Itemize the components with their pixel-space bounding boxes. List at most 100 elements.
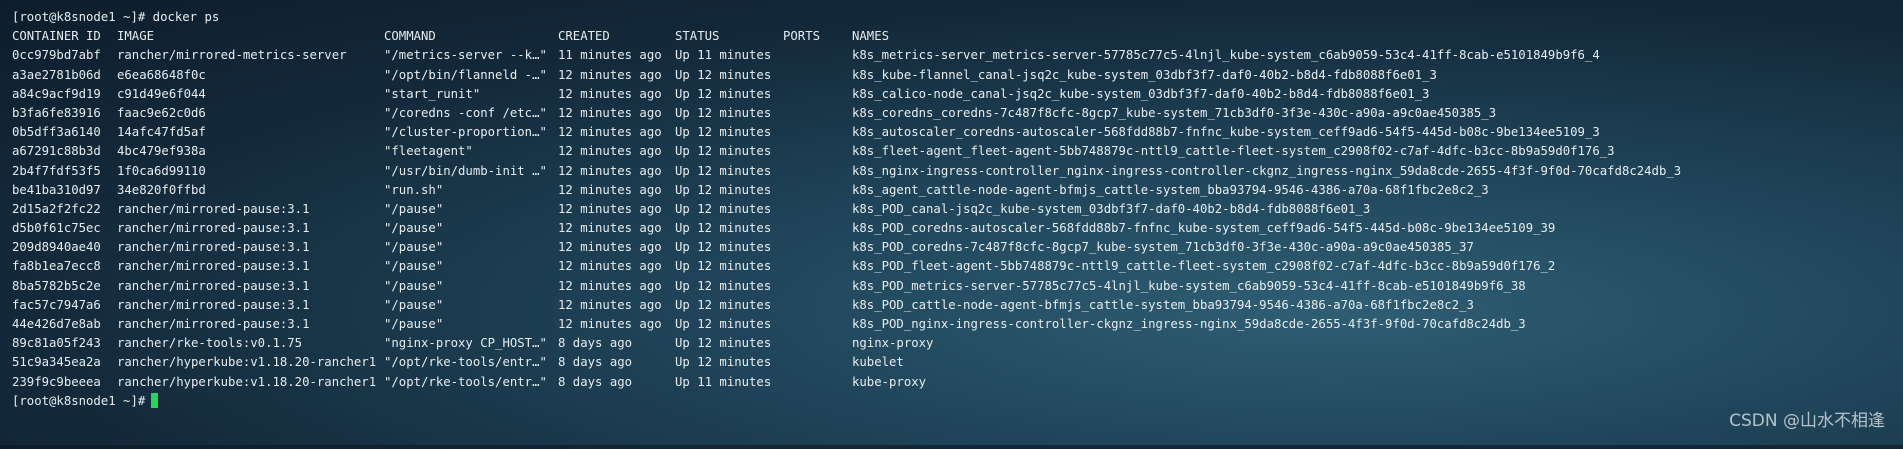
cell-command: "/cluster-proportion…"	[384, 123, 564, 142]
cell-created: 12 minutes ago	[558, 123, 678, 142]
cell-container-id: 0cc979bd7abf	[12, 46, 122, 65]
cell-image: rancher/mirrored-pause:3.1	[117, 257, 387, 276]
cell-command: "/pause"	[384, 238, 564, 257]
cell-status: Up 12 minutes	[675, 200, 785, 219]
cell-created: 12 minutes ago	[558, 85, 678, 104]
cell-container-id: 2b4f7fdf53f5	[12, 162, 122, 181]
table-row: fac57c7947a6rancher/mirrored-pause:3.1"/…	[12, 296, 1892, 315]
cell-image: c91d49e6f044	[117, 85, 387, 104]
table-row: a84c9acf9d19c91d49e6f044"start_runit"12 …	[12, 85, 1892, 104]
cell-command: "nginx-proxy CP_HOST…"	[384, 334, 564, 353]
cell-names: k8s_POD_coredns-7c487f8cfc-8gcp7_kube-sy…	[852, 238, 1892, 257]
prompt-command-text: [root@k8snode1 ~]# docker ps	[12, 8, 219, 27]
cell-names: k8s_autoscaler_coredns-autoscaler-568fdd…	[852, 123, 1892, 142]
table-row: a67291c88b3d4bc479ef938a"fleetagent"12 m…	[12, 142, 1892, 161]
text-cursor	[151, 393, 158, 408]
cell-created: 12 minutes ago	[558, 200, 678, 219]
container-rows: 0cc979bd7abfrancher/mirrored-metrics-ser…	[12, 46, 1892, 391]
cell-status: Up 12 minutes	[675, 123, 785, 142]
cell-image: faac9e62c0d6	[117, 104, 387, 123]
cell-created: 8 days ago	[558, 334, 678, 353]
table-row: a3ae2781b06de6ea68648f0c"/opt/bin/flanne…	[12, 66, 1892, 85]
cell-command: "/opt/rke-tools/entr…"	[384, 373, 564, 392]
cell-created: 8 days ago	[558, 353, 678, 372]
cell-image: rancher/hyperkube:v1.18.20-rancher1	[117, 353, 387, 372]
terminal-window[interactable]: [root@k8snode1 ~]# docker ps CONTAINER I…	[12, 8, 1892, 438]
cell-created: 12 minutes ago	[558, 257, 678, 276]
cell-container-id: b3fa6fe83916	[12, 104, 122, 123]
cell-command: "run.sh"	[384, 181, 564, 200]
cell-names: k8s_POD_metrics-server-57785c77c5-4lnjl_…	[852, 277, 1892, 296]
header-image: IMAGE	[117, 27, 387, 46]
cell-status: Up 12 minutes	[675, 66, 785, 85]
cell-status: Up 12 minutes	[675, 257, 785, 276]
cell-command: "/opt/rke-tools/entr…"	[384, 353, 564, 372]
cell-container-id: 44e426d7e8ab	[12, 315, 122, 334]
cell-image: rancher/mirrored-pause:3.1	[117, 277, 387, 296]
header-created: CREATED	[558, 27, 678, 46]
cell-container-id: 2d15a2f2fc22	[12, 200, 122, 219]
header-command: COMMAND	[384, 27, 564, 46]
cell-image: rancher/mirrored-pause:3.1	[117, 219, 387, 238]
cell-command: "fleetagent"	[384, 142, 564, 161]
cell-status: Up 12 minutes	[675, 104, 785, 123]
table-row: 44e426d7e8abrancher/mirrored-pause:3.1"/…	[12, 315, 1892, 334]
table-row: 0b5dff3a614014afc47fd5af"/cluster-propor…	[12, 123, 1892, 142]
cell-status: Up 12 minutes	[675, 219, 785, 238]
table-row: be41ba310d9734e820f0ffbd"run.sh"12 minut…	[12, 181, 1892, 200]
cell-status: Up 12 minutes	[675, 296, 785, 315]
cell-status: Up 12 minutes	[675, 334, 785, 353]
cell-container-id: fa8b1ea7ecc8	[12, 257, 122, 276]
header-ports: PORTS	[783, 27, 843, 46]
table-row: 239f9c9beeearancher/hyperkube:v1.18.20-r…	[12, 373, 1892, 392]
cell-created: 12 minutes ago	[558, 238, 678, 257]
cell-image: rancher/mirrored-pause:3.1	[117, 296, 387, 315]
cell-names: k8s_nginx-ingress-controller_nginx-ingre…	[852, 162, 1892, 181]
cell-image: rancher/mirrored-pause:3.1	[117, 238, 387, 257]
header-container-id: CONTAINER ID	[12, 27, 122, 46]
cell-created: 12 minutes ago	[558, 162, 678, 181]
table-row: fa8b1ea7ecc8rancher/mirrored-pause:3.1"/…	[12, 257, 1892, 276]
cell-container-id: 8ba5782b5c2e	[12, 277, 122, 296]
table-row: 2b4f7fdf53f51f0ca6d99110"/usr/bin/dumb-i…	[12, 162, 1892, 181]
current-prompt: [root@k8snode1 ~]#	[12, 392, 158, 411]
cell-command: "/usr/bin/dumb-init …"	[384, 162, 564, 181]
cell-status: Up 12 minutes	[675, 238, 785, 257]
cell-status: Up 12 minutes	[675, 353, 785, 372]
table-row: 89c81a05f243rancher/rke-tools:v0.1.75"ng…	[12, 334, 1892, 353]
cell-image: 14afc47fd5af	[117, 123, 387, 142]
cell-container-id: 51c9a345ea2a	[12, 353, 122, 372]
cell-names: k8s_POD_cattle-node-agent-bfmjs_cattle-s…	[852, 296, 1892, 315]
table-row: d5b0f61c75ecrancher/mirrored-pause:3.1"/…	[12, 219, 1892, 238]
header-names: NAMES	[852, 27, 1892, 46]
cell-container-id: 0b5dff3a6140	[12, 123, 122, 142]
cell-command: "/pause"	[384, 200, 564, 219]
cell-created: 11 minutes ago	[558, 46, 678, 65]
cell-status: Up 11 minutes	[675, 46, 785, 65]
cell-names: k8s_fleet-agent_fleet-agent-5bb748879c-n…	[852, 142, 1892, 161]
cell-image: rancher/mirrored-pause:3.1	[117, 315, 387, 334]
cell-image: e6ea68648f0c	[117, 66, 387, 85]
cell-status: Up 12 minutes	[675, 162, 785, 181]
cell-names: kubelet	[852, 353, 1892, 372]
cell-names: k8s_metrics-server_metrics-server-57785c…	[852, 46, 1892, 65]
table-row: 8ba5782b5c2erancher/mirrored-pause:3.1"/…	[12, 277, 1892, 296]
cell-created: 12 minutes ago	[558, 219, 678, 238]
cell-names: k8s_POD_fleet-agent-5bb748879c-nttl9_cat…	[852, 257, 1892, 276]
current-prompt-line[interactable]: [root@k8snode1 ~]#	[12, 392, 1892, 411]
cell-container-id: 89c81a05f243	[12, 334, 122, 353]
cell-command: "start_runit"	[384, 85, 564, 104]
cell-image: rancher/mirrored-metrics-server	[117, 46, 387, 65]
cell-created: 12 minutes ago	[558, 66, 678, 85]
table-row: 51c9a345ea2arancher/hyperkube:v1.18.20-r…	[12, 353, 1892, 372]
cell-created: 8 days ago	[558, 373, 678, 392]
cell-command: "/pause"	[384, 315, 564, 334]
cell-status: Up 12 minutes	[675, 315, 785, 334]
cell-image: 1f0ca6d99110	[117, 162, 387, 181]
cell-command: "/pause"	[384, 257, 564, 276]
prompt-text: [root@k8snode1 ~]#	[12, 394, 145, 408]
cell-container-id: a67291c88b3d	[12, 142, 122, 161]
cell-container-id: 209d8940ae40	[12, 238, 122, 257]
table-row: 209d8940ae40rancher/mirrored-pause:3.1"/…	[12, 238, 1892, 257]
cell-image: 4bc479ef938a	[117, 142, 387, 161]
